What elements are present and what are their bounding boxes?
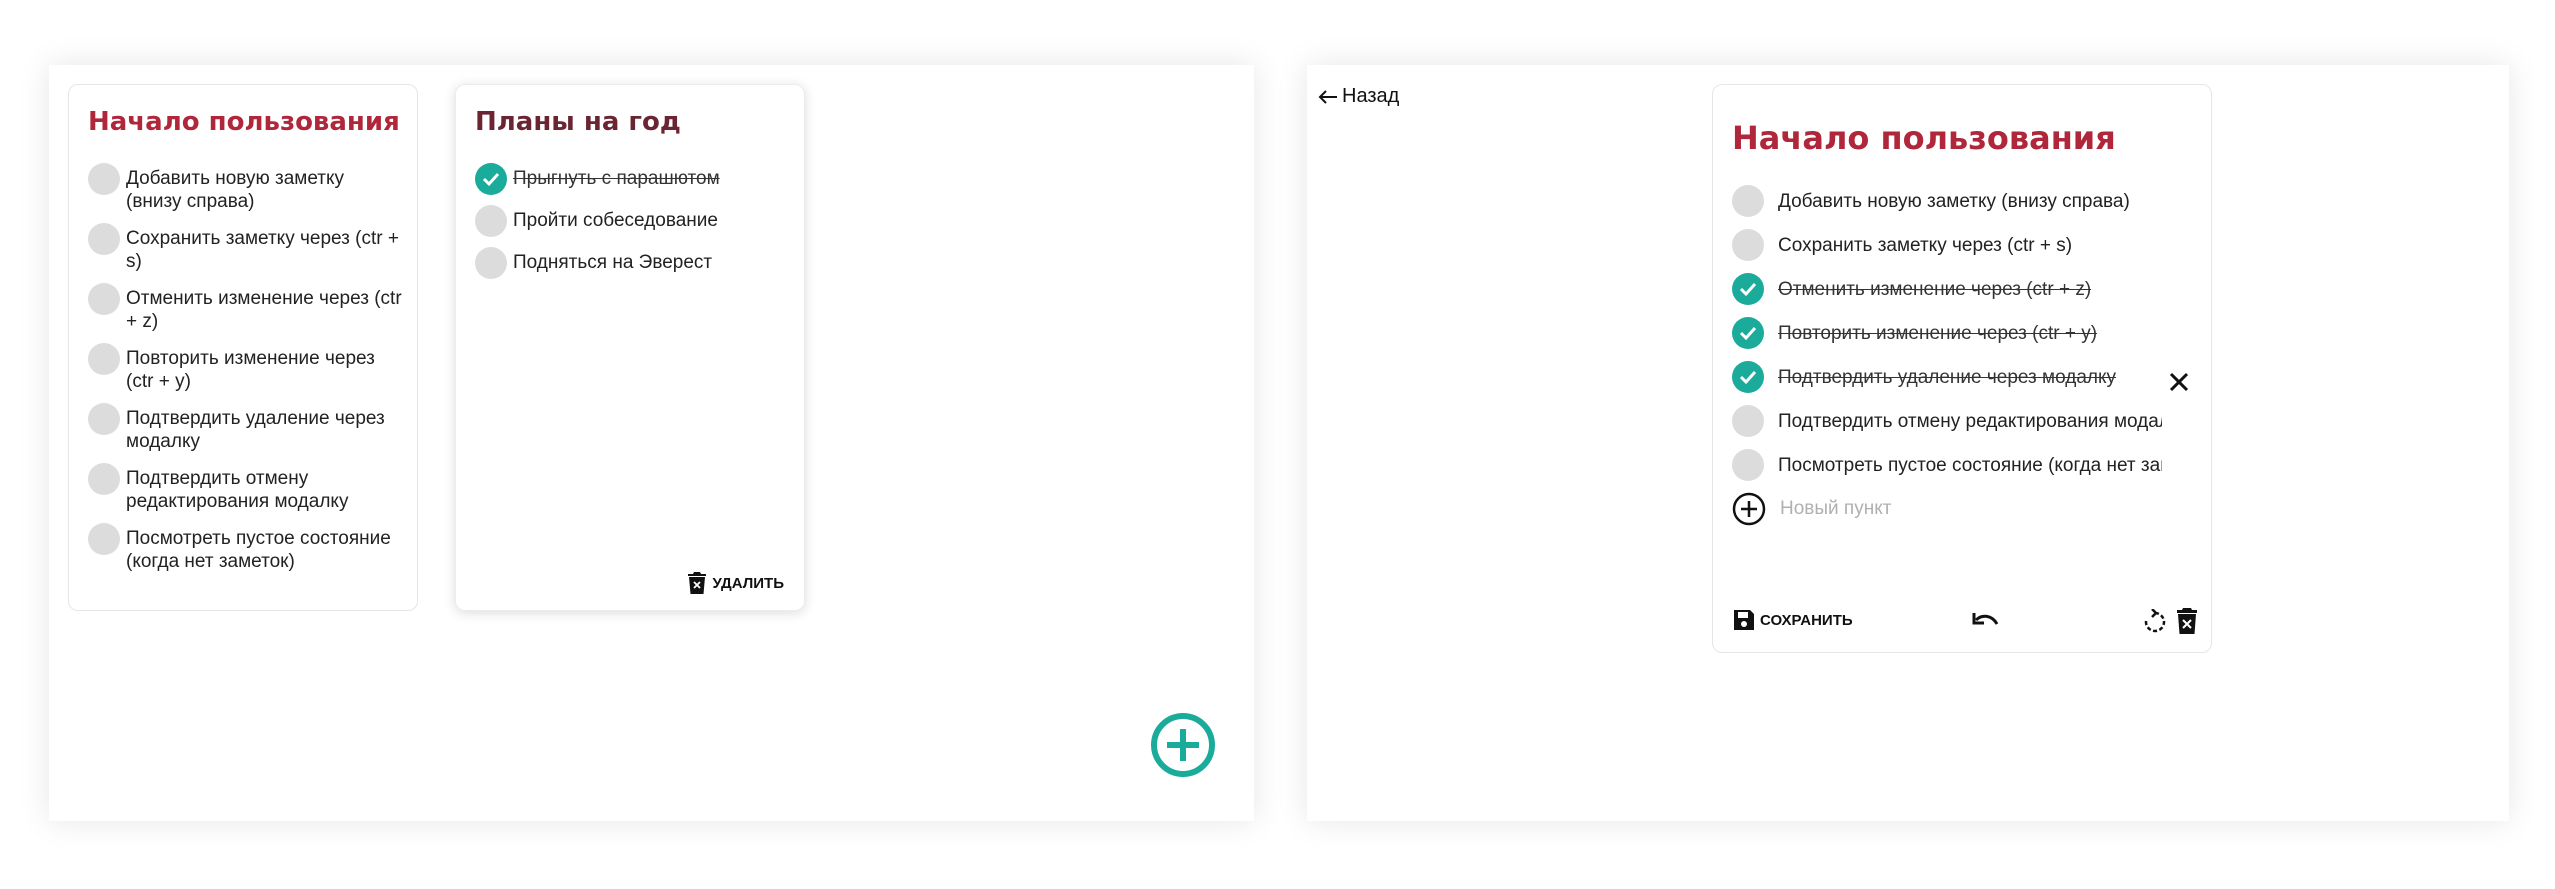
checkmark-icon xyxy=(1739,326,1757,341)
arrow-left-icon xyxy=(1318,89,1337,104)
checkbox-unchecked[interactable] xyxy=(475,247,507,279)
checklist-item: Подтвердить удаление через модалку xyxy=(1732,355,2162,399)
back-label: Назад xyxy=(1342,85,1400,107)
delete-note-button[interactable]: УДАЛИТЬ xyxy=(688,572,784,594)
checklist-item: Повторить изменение через (ctr + y) xyxy=(1732,311,2162,355)
checkmark-icon xyxy=(1739,370,1757,385)
editor-title[interactable]: Начало пользования xyxy=(1732,119,2116,157)
checklist-item: Добавить новую заметку (внизу справа) xyxy=(88,163,403,213)
checklist-item-text: Посмотреть пустое состояние (когда нет з… xyxy=(126,528,391,572)
checklist-item-text[interactable]: Добавить новую заметку (внизу справа) xyxy=(1778,190,2162,213)
note-items: Прыгнуть с парашютом Пройти собеседование… xyxy=(475,163,790,289)
note-editor: Начало пользования Добавить новую заметк… xyxy=(1712,84,2212,653)
notes-list-panel: Начало пользования Добавить новую заметк… xyxy=(49,65,1254,821)
checklist-item-text[interactable]: Повторить изменение через (ctr + y) xyxy=(1778,322,2162,345)
checkbox-unchecked[interactable] xyxy=(475,205,507,237)
save-button[interactable]: СОХРАНИТЬ xyxy=(1732,608,1853,632)
editor-items: Добавить новую заметку (внизу справа) Сох… xyxy=(1732,179,2162,531)
checkbox-unchecked[interactable] xyxy=(88,343,120,375)
checkbox-unchecked[interactable] xyxy=(88,163,120,195)
checklist-item-text[interactable]: Посмотреть пустое состояние (когда нет з… xyxy=(1778,454,2162,477)
new-item-input[interactable] xyxy=(1778,497,2082,521)
checklist-item-text[interactable]: Подтвердить удаление через модалку xyxy=(1778,366,2162,389)
checklist-item: Посмотреть пустое состояние (когда нет з… xyxy=(1732,443,2162,487)
checklist-item: Повторить изменение через (ctr + y) xyxy=(88,343,403,393)
redo-icon xyxy=(2144,608,2166,633)
checklist-item: Сохранить заметку через (ctr + s) xyxy=(88,223,403,273)
note-editor-panel: Назад Начало пользования Добавить новую … xyxy=(1307,65,2509,821)
checkbox-unchecked[interactable] xyxy=(88,523,120,555)
checklist-item-text: Подтвердить удаление через модалку xyxy=(126,408,385,452)
checklist-item: Подняться на Эверест xyxy=(475,247,790,279)
save-icon xyxy=(1734,610,1754,630)
checkbox-unchecked[interactable] xyxy=(1732,449,1764,481)
checklist-item: Подтвердить удаление через модалку xyxy=(88,403,403,453)
save-label: СОХРАНИТЬ xyxy=(1760,611,1853,629)
checkbox-unchecked[interactable] xyxy=(88,463,120,495)
checkbox-checked[interactable] xyxy=(1732,273,1764,305)
checkbox-unchecked[interactable] xyxy=(1732,229,1764,261)
checkbox-unchecked[interactable] xyxy=(1732,185,1764,217)
checklist-item-text[interactable]: Подтвердить отмену редактирования модалк… xyxy=(1778,410,2162,433)
checkbox-unchecked[interactable] xyxy=(1732,405,1764,437)
back-button[interactable]: Назад xyxy=(1318,85,1399,108)
note-card-start[interactable]: Начало пользования Добавить новую заметк… xyxy=(68,84,418,611)
checklist-item-text: Прыгнуть с парашютом xyxy=(513,168,720,189)
checkbox-checked[interactable] xyxy=(1732,317,1764,349)
redo-button[interactable] xyxy=(2143,608,2167,640)
checklist-item-text: Пройти собеседование xyxy=(513,210,718,231)
note-items: Добавить новую заметку (внизу справа) Сох… xyxy=(88,163,403,583)
checklist-item: Отменить изменение через (ctr + z) xyxy=(1732,267,2162,311)
checklist-item: Пройти собеседование xyxy=(475,205,790,237)
checklist-item-text: Добавить новую заметку (внизу справа) xyxy=(126,168,345,212)
checkbox-checked[interactable] xyxy=(475,163,507,195)
trash-icon xyxy=(2177,608,2197,634)
checkbox-checked[interactable] xyxy=(1732,361,1764,393)
checklist-item: Отменить изменение через (ctr + z) xyxy=(88,283,403,333)
add-note-button[interactable] xyxy=(1150,712,1216,778)
undo-button[interactable] xyxy=(1972,610,2000,639)
checklist-item-text[interactable]: Сохранить заметку через (ctr + s) xyxy=(1778,234,2162,257)
delete-note-button[interactable] xyxy=(2177,608,2197,639)
remove-item-button[interactable] xyxy=(2167,370,2191,394)
checkbox-unchecked[interactable] xyxy=(88,283,120,315)
close-icon xyxy=(2169,372,2189,392)
checkbox-unchecked[interactable] xyxy=(88,403,120,435)
delete-label: УДАЛИТЬ xyxy=(712,574,784,592)
checklist-item: Прыгнуть с парашютом xyxy=(475,163,790,195)
checklist-item: Сохранить заметку через (ctr + s) xyxy=(1732,223,2162,267)
checklist-item-text: Отменить изменение через (ctr + z) xyxy=(126,288,402,332)
checklist-item-text: Подняться на Эверест xyxy=(513,252,713,273)
checklist-item-text: Сохранить заметку через (ctr + s) xyxy=(126,228,399,272)
checklist-item: Подтвердить отмену редактирования модалк… xyxy=(88,463,403,513)
checkmark-icon xyxy=(482,172,500,187)
checklist-item-text: Повторить изменение через (ctr + y) xyxy=(126,348,375,392)
checkmark-icon xyxy=(1739,282,1757,297)
new-item-row xyxy=(1732,487,2162,531)
note-card-plans[interactable]: Планы на год Прыгнуть с парашютом Пройти … xyxy=(455,84,805,611)
trash-icon xyxy=(688,572,707,594)
checklist-item: Посмотреть пустое состояние (когда нет з… xyxy=(88,523,403,573)
add-circle-icon xyxy=(1151,713,1215,777)
checklist-item: Добавить новую заметку (внизу справа) xyxy=(1732,179,2162,223)
add-item-icon[interactable] xyxy=(1732,492,1766,526)
checkbox-unchecked[interactable] xyxy=(88,223,120,255)
note-title: Планы на год xyxy=(475,107,681,137)
checklist-item-text: Подтвердить отмену редактирования модалк… xyxy=(126,468,349,512)
editor-toolbar: СОХРАНИТЬ xyxy=(1732,608,2197,638)
note-title: Начало пользования xyxy=(88,107,400,137)
undo-icon xyxy=(1972,613,1999,625)
checklist-item-text[interactable]: Отменить изменение через (ctr + z) xyxy=(1778,278,2162,301)
checklist-item: Подтвердить отмену редактирования модалк… xyxy=(1732,399,2162,443)
